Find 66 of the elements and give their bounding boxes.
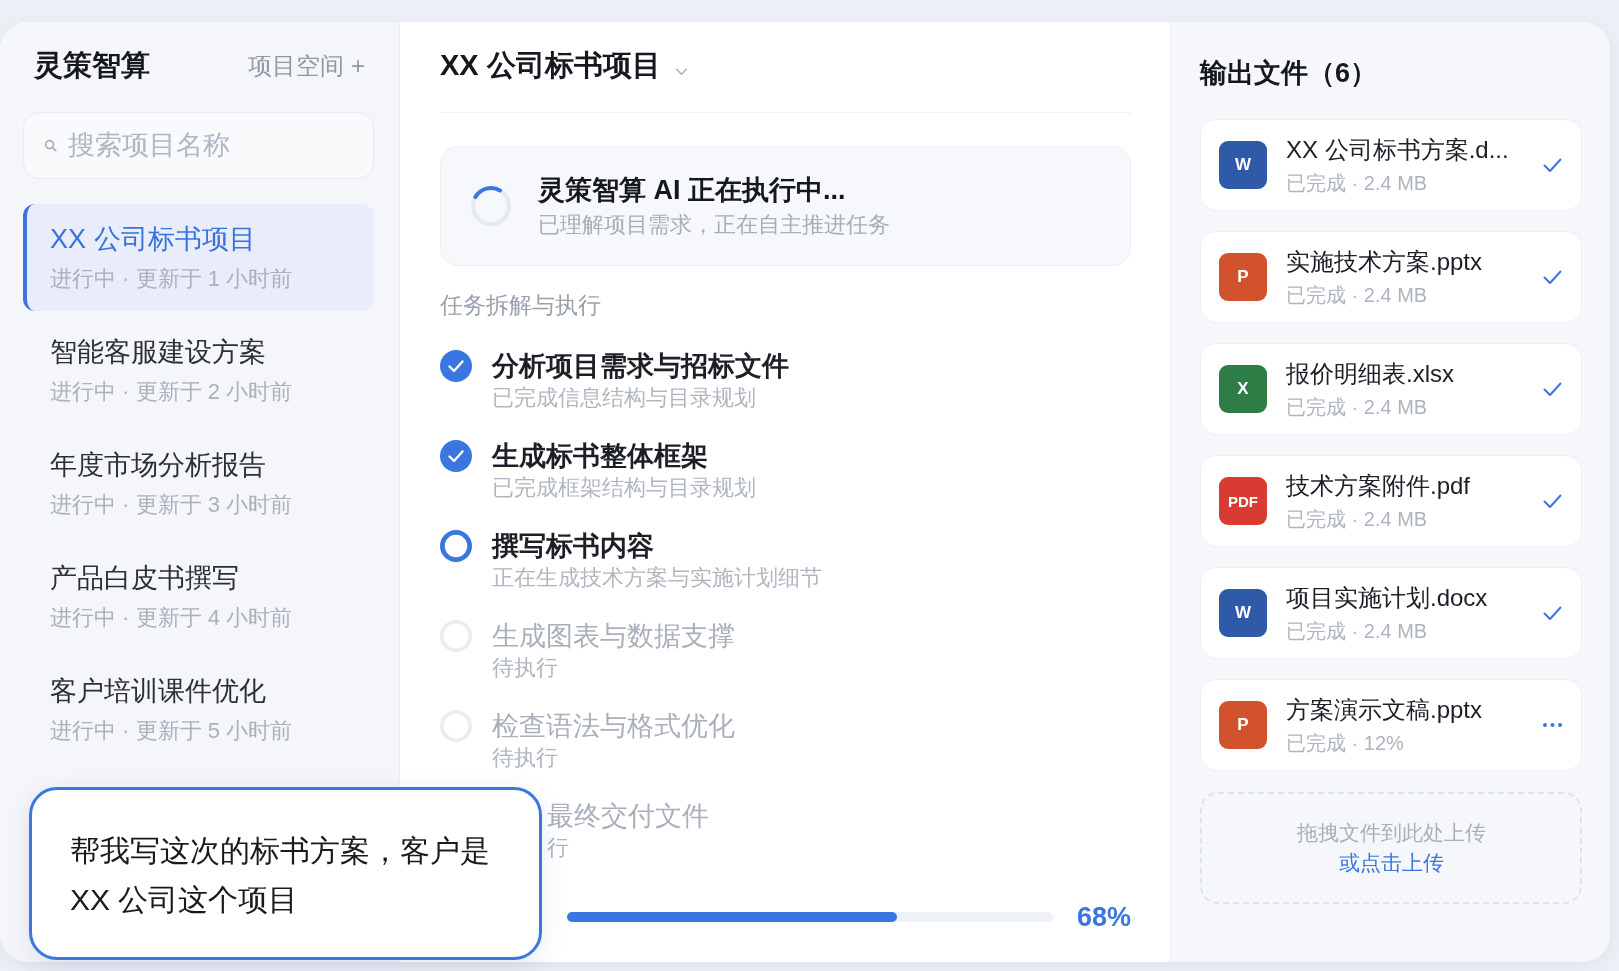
search-field[interactable]: 搜索项目名称 xyxy=(23,112,374,179)
progress-percent: 68% xyxy=(1076,901,1131,933)
file-card[interactable]: P 方案演示文稿.pptx 已完成 · 12% xyxy=(1200,679,1582,771)
file-type-badge: PDF xyxy=(1219,477,1267,525)
project-title: 年度市场分析报告 xyxy=(50,449,266,482)
file-type-badge: P xyxy=(1219,253,1267,301)
file-name: 实施技术方案.pptx xyxy=(1286,246,1483,277)
task-title: 生成图表与数据支撑 xyxy=(492,620,735,653)
file-meta: 已完成 · 2.4 MB xyxy=(1286,170,1428,196)
upload-link[interactable]: 或点击上传 xyxy=(1338,849,1444,877)
task-detail: 待执行 xyxy=(492,654,558,682)
status-detail: 已理解项目需求，正在自主推进任务 xyxy=(538,210,890,239)
file-name: 方案演示文稿.pptx xyxy=(1286,694,1483,725)
project-meta: 进行中 · 更新于 2 小时前 xyxy=(50,378,292,406)
project-meta: 进行中 · 更新于 5 小时前 xyxy=(50,717,292,745)
project-meta: 进行中 · 更新于 3 小时前 xyxy=(50,491,292,519)
upload-dropzone[interactable]: 拖拽文件到此处上传 或点击上传 xyxy=(1200,792,1582,904)
task-title: 分析项目需求与招标文件 xyxy=(492,350,789,383)
task-title: 检查语法与格式优化 xyxy=(492,710,735,743)
task-detail: 行 xyxy=(547,834,569,862)
file-meta: 已完成 · 2.4 MB xyxy=(1286,282,1428,308)
section-heading: 任务拆解与执行 xyxy=(440,291,601,320)
task-title: 生成标书整体框架 xyxy=(492,440,708,473)
file-name: XX 公司标书方案.d... xyxy=(1286,134,1509,165)
file-card[interactable]: P 实施技术方案.pptx 已完成 · 2.4 MB xyxy=(1200,231,1582,323)
file-name: 项目实施计划.docx xyxy=(1286,582,1488,613)
app-brand: 灵策智算 xyxy=(34,48,150,83)
upload-hint: 拖拽文件到此处上传 xyxy=(1296,820,1486,846)
chevron-down-icon xyxy=(674,68,688,76)
file-meta: 已完成 · 2.4 MB xyxy=(1286,506,1428,532)
project-item[interactable]: 客户培训课件优化 进行中 · 更新于 5 小时前 xyxy=(23,656,374,763)
project-title: 产品白皮书撰写 xyxy=(50,562,239,595)
task-title: 撰写标书内容 xyxy=(492,530,654,563)
file-meta: 已完成 · 2.4 MB xyxy=(1286,394,1428,420)
task-detail: 已完成信息结构与目录规划 xyxy=(492,384,756,412)
user-message: 帮我写这次的标书方案，客户是 XX 公司这个项目 xyxy=(29,787,542,960)
file-card[interactable]: PDF 技术方案附件.pdf 已完成 · 2.4 MB xyxy=(1200,455,1582,547)
task-title: 最终交付文件 xyxy=(547,800,709,833)
file-name: 技术方案附件.pdf xyxy=(1286,470,1471,501)
task-detail: 待执行 xyxy=(492,744,558,772)
task-detail: 已完成框架结构与目录规划 xyxy=(492,474,756,502)
panel-title: 输出文件（6） xyxy=(1200,57,1378,90)
project-selector[interactable]: XX 公司标书项目 xyxy=(440,46,688,86)
project-meta: 进行中 · 更新于 1 小时前 xyxy=(50,265,292,293)
file-type-badge: P xyxy=(1219,701,1267,749)
file-meta: 已完成 · 2.4 MB xyxy=(1286,618,1428,644)
spinner-icon xyxy=(470,185,512,227)
project-item[interactable]: 智能客服建设方案 进行中 · 更新于 2 小时前 xyxy=(23,317,374,424)
project-meta: 进行中 · 更新于 4 小时前 xyxy=(50,604,292,632)
project-title: 智能客服建设方案 xyxy=(50,336,266,369)
search-icon xyxy=(44,139,57,152)
project-item[interactable]: XX 公司标书项目 进行中 · 更新于 1 小时前 xyxy=(23,204,374,311)
project-item[interactable]: 产品白皮书撰写 进行中 · 更新于 4 小时前 xyxy=(23,543,374,650)
project-title: XX 公司标书项目 xyxy=(50,223,256,256)
file-card[interactable]: X 报价明细表.xlsx 已完成 · 2.4 MB xyxy=(1200,343,1582,435)
file-type-badge: W xyxy=(1219,141,1267,189)
file-type-badge: X xyxy=(1219,365,1267,413)
file-meta: 已完成 · 12% xyxy=(1286,730,1404,756)
file-name: 报价明细表.xlsx xyxy=(1286,358,1454,389)
status-title: 灵策智算 AI 正在执行中... xyxy=(538,173,847,207)
file-card[interactable]: W 项目实施计划.docx 已完成 · 2.4 MB xyxy=(1200,567,1582,659)
task-detail: 正在生成技术方案与实施计划细节 xyxy=(492,564,822,592)
project-title: 客户培训课件优化 xyxy=(50,675,266,708)
project-item[interactable]: 年度市场分析报告 进行中 · 更新于 3 小时前 xyxy=(23,430,374,537)
file-card[interactable]: W XX 公司标书方案.d... 已完成 · 2.4 MB xyxy=(1200,119,1582,211)
file-type-badge: W xyxy=(1219,589,1267,637)
